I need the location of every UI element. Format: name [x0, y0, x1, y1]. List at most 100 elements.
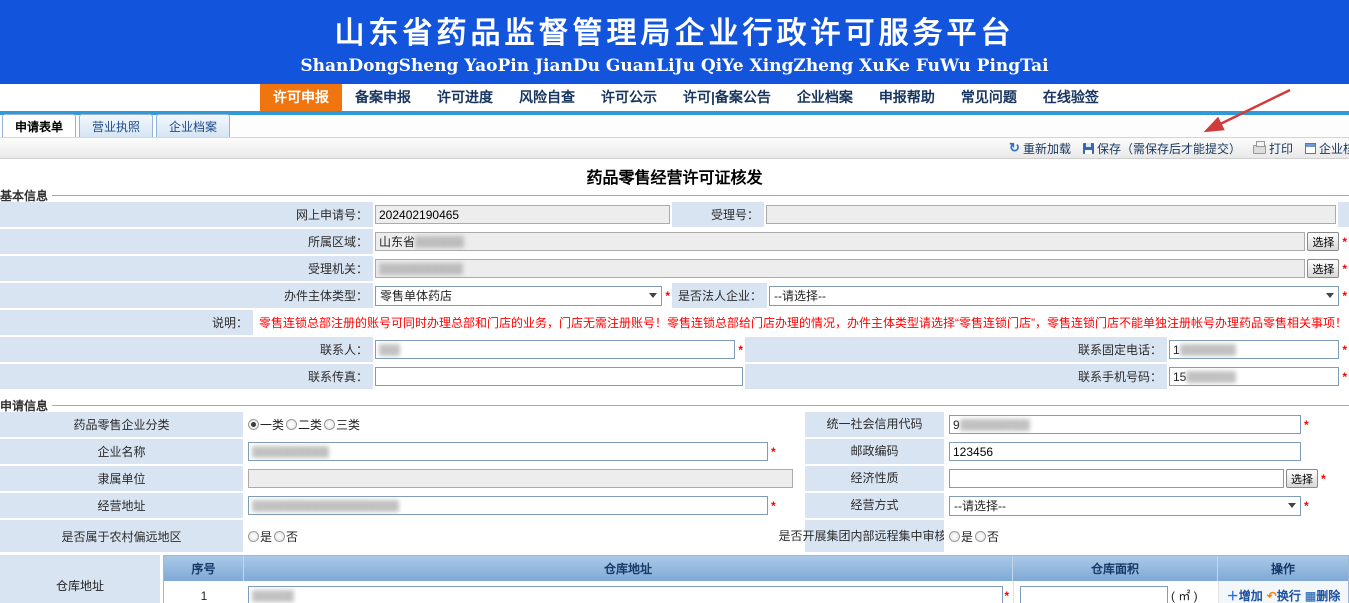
- postcode-input[interactable]: [949, 442, 1301, 461]
- category-label: 药品零售企业分类: [0, 412, 243, 437]
- col-header-actions: 操作: [1218, 556, 1348, 581]
- tel-input[interactable]: 1 ▓▓▓▓▓▓▓▓: [1169, 340, 1339, 359]
- company-name-input[interactable]: ▓▓▓▓▓▓▓▓▓▓▓: [248, 442, 768, 461]
- online-no-input[interactable]: [375, 205, 670, 224]
- contact-label: 联系人：: [0, 337, 373, 362]
- warehouse-address-input[interactable]: ▓▓▓▓▓▓: [248, 586, 1003, 603]
- print-icon: [1253, 145, 1266, 154]
- tel-value-masked: ▓▓▓▓▓▓▓▓: [1180, 344, 1236, 356]
- row-seq: 1: [164, 589, 244, 603]
- verify-icon: [1305, 143, 1316, 154]
- credit-code-input[interactable]: 9 ▓▓▓▓▓▓▓▓▓▓: [949, 415, 1301, 434]
- fax-input[interactable]: [375, 367, 743, 386]
- section-apply-label: 申请信息: [0, 397, 48, 414]
- rural-label: 是否属于农村偏远地区: [0, 520, 243, 552]
- delete-row-button[interactable]: ▦删除: [1305, 587, 1340, 603]
- nav-declare-help[interactable]: 申报帮助: [866, 84, 948, 111]
- save-label: 保存（需保存后才能提交）: [1097, 140, 1241, 157]
- mobile-value-prefix: 15: [1173, 370, 1186, 384]
- radio-remote-yes-label: 是: [961, 528, 973, 545]
- reload-icon: ↻: [1009, 140, 1020, 156]
- remote-radio-group: 是 否: [949, 528, 1001, 545]
- economy-select-button[interactable]: 选择: [1286, 469, 1318, 488]
- tab-business-license[interactable]: 营业执照: [79, 114, 153, 137]
- nav-faq[interactable]: 常见问题: [948, 84, 1030, 111]
- address-input[interactable]: ▓▓▓▓▓▓▓▓▓▓▓▓▓▓▓▓▓▓▓▓▓: [248, 496, 768, 515]
- site-header: 山东省药品监督管理局企业行政许可服务平台 ShanDongSheng YaoPi…: [0, 0, 1349, 84]
- wrap-row-button[interactable]: ↶换行: [1267, 587, 1301, 603]
- contact-input[interactable]: ▓▓▓: [375, 340, 735, 359]
- wrap-row-label: 换行: [1277, 587, 1301, 603]
- mode-select[interactable]: --请选择--: [949, 496, 1301, 516]
- required-asterisk: *: [738, 343, 743, 357]
- section-basic-info: 基本信息: [0, 188, 1349, 202]
- row-filler: [1338, 202, 1349, 227]
- nav-license-declare[interactable]: 许可申报: [260, 84, 342, 111]
- radio-class3[interactable]: [324, 419, 335, 430]
- tab-enterprise-archive[interactable]: 企业档案: [156, 114, 230, 137]
- nav-license-publicity[interactable]: 许可公示: [588, 84, 670, 111]
- radio-class1[interactable]: [248, 419, 259, 430]
- chevron-down-icon: [1288, 503, 1296, 508]
- page: 山东省药品监督管理局企业行政许可服务平台 ShanDongSheng YaoPi…: [0, 0, 1349, 603]
- radio-class3-label: 三类: [336, 416, 360, 433]
- enterprise-verify-button[interactable]: 企业核验: [1305, 140, 1349, 157]
- warehouse-table: 序号 仓库地址 仓库面积 操作 1 ▓▓▓▓▓▓ * ( ㎡ ) ＋: [163, 555, 1349, 603]
- warehouse-label: 仓库地址: [0, 555, 160, 603]
- col-header-address: 仓库地址: [244, 556, 1013, 581]
- parent-unit-input[interactable]: [248, 469, 793, 488]
- region-input[interactable]: 山东省 ▓▓▓▓▓▓▓: [375, 232, 1305, 251]
- economy-input[interactable]: [949, 469, 1284, 488]
- address-masked: ▓▓▓▓▓▓▓▓▓▓▓▓▓▓▓▓▓▓▓▓▓: [252, 500, 399, 512]
- tab-application-form[interactable]: 申请表单: [2, 114, 76, 137]
- note-text: 零售连锁总部注册的账号可同时办理总部和门店的业务，门店无需注册账号！零售连锁总部…: [255, 314, 1347, 331]
- required-asterisk: *: [1342, 343, 1347, 357]
- print-button[interactable]: 打印: [1253, 140, 1293, 157]
- delete-icon: ▦: [1305, 589, 1316, 603]
- required-asterisk: *: [1342, 370, 1347, 384]
- region-value-masked: ▓▓▓▓▓▓▓: [415, 236, 464, 248]
- mobile-label: 联系手机号码：: [745, 364, 1167, 389]
- nav-risk-selfcheck[interactable]: 风险自查: [506, 84, 588, 111]
- subject-type-select[interactable]: 零售单体药店: [375, 286, 662, 306]
- reload-button[interactable]: ↻ 重新加载: [1009, 140, 1071, 157]
- nav-license-record-notice[interactable]: 许可|备案公告: [670, 84, 784, 111]
- radio-class2[interactable]: [286, 419, 297, 430]
- required-asterisk: *: [1342, 235, 1347, 249]
- accept-no-input[interactable]: [766, 205, 1336, 224]
- add-row-button[interactable]: ＋增加: [1227, 587, 1263, 603]
- subject-type-value: 零售单体药店: [380, 287, 452, 304]
- row-note: 说明： 零售连锁总部注册的账号可同时办理总部和门店的业务，门店无需注册账号！零售…: [0, 310, 1349, 335]
- region-select-button[interactable]: 选择: [1307, 232, 1339, 251]
- nav-license-progress[interactable]: 许可进度: [424, 84, 506, 111]
- radio-rural-yes[interactable]: [248, 531, 259, 542]
- warehouse-area-input[interactable]: [1020, 586, 1168, 603]
- row-contact: 联系人： ▓▓▓ * 联系固定电话： 1 ▓▓▓▓▓▓▓▓ *: [0, 337, 1349, 362]
- radio-remote-no-label: 否: [987, 528, 999, 545]
- company-name-masked: ▓▓▓▓▓▓▓▓▓▓▓: [252, 446, 329, 458]
- legal-select[interactable]: --请选择--: [769, 286, 1339, 306]
- nav-online-verify[interactable]: 在线验签: [1030, 84, 1112, 111]
- radio-rural-no[interactable]: [274, 531, 285, 542]
- organ-input[interactable]: ▓▓▓▓▓▓▓▓▓▓▓▓: [375, 259, 1305, 278]
- table-row: 1 ▓▓▓▓▓▓ * ( ㎡ ) ＋增加 ↶换行 ▦删除: [164, 581, 1348, 603]
- nav-enterprise-archives[interactable]: 企业档案: [784, 84, 866, 111]
- save-button[interactable]: 保存（需保存后才能提交）: [1083, 140, 1241, 157]
- mobile-input[interactable]: 15 ▓▓▓▓▓▓▓: [1169, 367, 1339, 386]
- radio-remote-no[interactable]: [975, 531, 986, 542]
- organ-label: 受理机关：: [0, 256, 373, 281]
- organ-value-masked: ▓▓▓▓▓▓▓▓▓▓▓▓: [379, 263, 463, 275]
- organ-select-button[interactable]: 选择: [1307, 259, 1339, 278]
- section-apply-info: 申请信息: [0, 398, 1349, 412]
- nav-record-declare[interactable]: 备案申报: [342, 84, 424, 111]
- radio-remote-yes[interactable]: [949, 531, 960, 542]
- row-address-mode: 经营地址 ▓▓▓▓▓▓▓▓▓▓▓▓▓▓▓▓▓▓▓▓▓ * 经营方式 --请选择-…: [0, 493, 1349, 518]
- legal-label: 是否法人企业：: [672, 283, 767, 308]
- address-label: 经营地址: [0, 493, 243, 518]
- radio-class2-label: 二类: [298, 416, 322, 433]
- verify-label: 企业核验: [1319, 140, 1349, 157]
- delete-row-label: 删除: [1316, 587, 1340, 603]
- credit-value-masked: ▓▓▓▓▓▓▓▓▓▓: [960, 419, 1030, 431]
- save-icon: [1083, 143, 1094, 154]
- parent-unit-label: 隶属单位: [0, 466, 243, 491]
